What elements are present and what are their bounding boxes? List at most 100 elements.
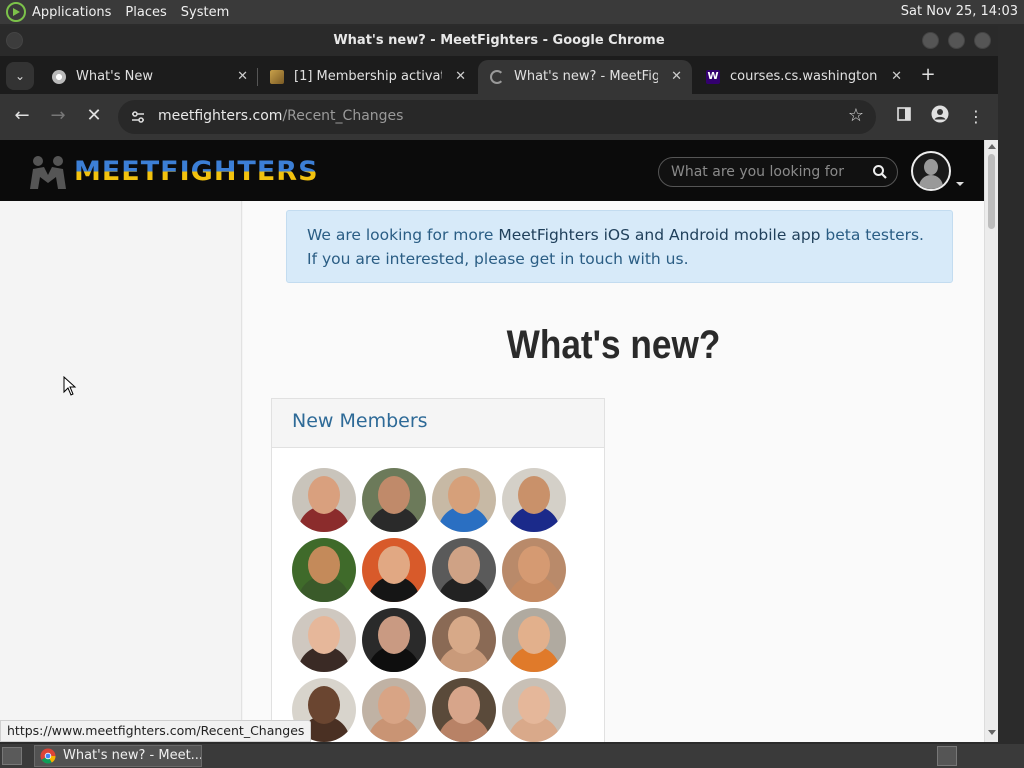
member-avatar[interactable] <box>502 538 566 602</box>
more-menu-icon[interactable]: ⋮ <box>964 105 988 129</box>
page-scrollbar[interactable] <box>984 140 998 742</box>
member-photo-face <box>518 616 550 654</box>
minimize-button[interactable] <box>922 32 939 49</box>
loading-icon <box>490 70 504 84</box>
main-content: We are looking for more MeetFighters iOS… <box>243 201 984 742</box>
taskbar-chrome-window[interactable]: What's new? - Meet... <box>34 745 202 767</box>
window-menu-button[interactable] <box>6 32 23 49</box>
new-members-card: New Members <box>271 398 605 742</box>
site-icon <box>270 70 284 84</box>
taskbar: What's new? - Meet... <box>0 744 1024 768</box>
member-avatar[interactable] <box>502 468 566 532</box>
member-photo-face <box>448 476 480 514</box>
site-logo-text: MEETFIGHTERS <box>74 155 319 187</box>
tab-search-button[interactable]: ⌄ <box>6 62 34 90</box>
applications-menu[interactable]: Applications <box>32 5 111 20</box>
member-photo-face <box>518 476 550 514</box>
close-tab-icon[interactable]: ✕ <box>455 60 466 94</box>
beta-testers-notice: We are looking for more MeetFighters iOS… <box>286 210 953 283</box>
member-photo-face <box>308 686 340 724</box>
member-photo-face <box>378 686 410 724</box>
scroll-up-icon[interactable] <box>988 144 996 149</box>
link-status-bubble: https://www.meetfighters.com/Recent_Chan… <box>0 720 312 742</box>
notice-prefix: We are looking for more <box>307 226 499 244</box>
site-search-box <box>658 157 898 187</box>
maximize-button[interactable] <box>948 32 965 49</box>
member-avatar[interactable] <box>432 538 496 602</box>
member-photo-face <box>378 546 410 584</box>
member-avatar[interactable] <box>432 608 496 672</box>
chrome-icon <box>40 748 56 764</box>
member-photo-face <box>308 546 340 584</box>
scroll-down-icon[interactable] <box>988 730 996 735</box>
close-tab-icon[interactable]: ✕ <box>237 60 248 94</box>
address-bar[interactable]: meetfighters.com/Recent_Changes ☆ <box>118 100 876 134</box>
member-avatar[interactable] <box>362 468 426 532</box>
member-avatar[interactable] <box>502 678 566 742</box>
tab-meetfighters-active[interactable]: What's new? - MeetFight ✕ <box>478 60 692 94</box>
member-photo-face <box>448 616 480 654</box>
places-menu[interactable]: Places <box>125 5 166 20</box>
page-viewport: MEETFIGHTERS We are l <box>0 140 998 742</box>
tray-chrome-icon[interactable] <box>937 746 957 766</box>
show-desktop-button[interactable] <box>2 747 22 765</box>
back-button[interactable]: ← <box>10 105 34 129</box>
profile-icon[interactable] <box>928 105 952 129</box>
member-photo-face <box>518 546 550 584</box>
left-sidebar <box>0 201 242 742</box>
site-info-icon[interactable] <box>130 109 146 125</box>
member-avatar[interactable] <box>292 538 356 602</box>
member-photo-face <box>448 546 480 584</box>
new-tab-button[interactable]: + <box>917 65 939 87</box>
member-photo-face <box>308 476 340 514</box>
fighters-logo-icon <box>30 156 66 189</box>
member-avatar[interactable] <box>432 678 496 742</box>
member-photo-face <box>378 476 410 514</box>
taskbar-task-label: What's new? - Meet... <box>63 748 202 763</box>
window-titlebar[interactable]: What's new? - MeetFighters - Google Chro… <box>0 26 998 56</box>
stop-loading-button[interactable]: ✕ <box>82 105 106 129</box>
member-photo-face <box>378 616 410 654</box>
mouse-cursor-icon <box>63 376 77 396</box>
top-panel: Applications Places System Sat Nov 25, 1… <box>0 0 1024 24</box>
member-avatar[interactable] <box>502 608 566 672</box>
desktop: Applications Places System Sat Nov 25, 1… <box>0 0 1024 768</box>
bookmark-star-icon[interactable]: ☆ <box>848 105 864 126</box>
site-logo[interactable]: MEETFIGHTERS <box>24 151 319 191</box>
member-avatar[interactable] <box>362 678 426 742</box>
system-menu[interactable]: System <box>181 5 229 20</box>
search-icon[interactable] <box>872 164 888 180</box>
member-avatar[interactable] <box>432 468 496 532</box>
browser-toolbar: ← → ✕ meetfighters.com/Recent_Changes ☆ … <box>0 94 998 140</box>
scrollbar-thumb[interactable] <box>988 154 995 229</box>
side-panel-icon[interactable] <box>892 105 916 129</box>
new-members-heading[interactable]: New Members <box>272 399 604 448</box>
chevron-down-icon[interactable] <box>956 182 964 186</box>
close-window-button[interactable] <box>974 32 991 49</box>
close-tab-icon[interactable]: ✕ <box>671 60 682 94</box>
notice-app-name: MeetFighters iOS and Android mobile app <box>498 226 821 244</box>
member-photo-face <box>448 686 480 724</box>
member-avatar[interactable] <box>292 608 356 672</box>
tab-uw-courses[interactable]: W courses.cs.washington.ed ✕ <box>694 60 912 94</box>
close-tab-icon[interactable]: ✕ <box>891 60 902 94</box>
user-avatar[interactable] <box>911 151 951 191</box>
member-photo-face <box>518 686 550 724</box>
browser-window: What's new? - MeetFighters - Google Chro… <box>0 26 998 742</box>
member-avatar[interactable] <box>292 468 356 532</box>
distro-logo-icon[interactable] <box>6 2 26 22</box>
page-title: What's new? <box>506 323 721 367</box>
tab-strip: ⌄ What's New ✕ [1] Membership activated … <box>0 56 998 94</box>
tab-whats-new[interactable]: What's New ✕ <box>40 60 258 94</box>
url-path: /Recent_Changes <box>282 108 404 124</box>
avatar-body <box>919 175 943 189</box>
site-search-input[interactable] <box>671 162 851 182</box>
clock[interactable]: Sat Nov 25, 14:03 <box>901 4 1018 19</box>
forward-button[interactable]: → <box>46 105 70 129</box>
member-avatar[interactable] <box>362 538 426 602</box>
tab-membership[interactable]: [1] Membership activated ✕ <box>258 60 476 94</box>
url-text[interactable]: meetfighters.com/Recent_Changes <box>158 108 403 124</box>
member-avatar[interactable] <box>362 608 426 672</box>
uw-icon: W <box>706 70 720 84</box>
avatar-head <box>924 159 938 175</box>
